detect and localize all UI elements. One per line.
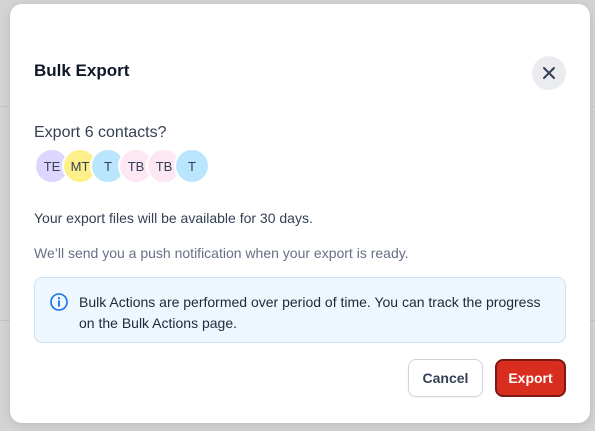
avatar-initials: MT — [70, 158, 90, 174]
bulk-export-modal: Bulk Export Export 6 contacts? TE MT T T… — [10, 4, 590, 423]
export-button[interactable]: Export — [495, 359, 566, 397]
avatar-initials: TE — [43, 158, 61, 174]
cancel-button[interactable]: Cancel — [408, 359, 483, 397]
info-banner-text: Bulk Actions are performed over period o… — [79, 294, 541, 331]
info-banner: Bulk Actions are performed over period o… — [34, 277, 566, 343]
avatar-initials: T — [104, 158, 112, 174]
close-icon — [543, 67, 555, 79]
notification-text: We’ll send you a push notification when … — [34, 245, 409, 261]
avatar-initials: TB — [155, 158, 173, 174]
info-circle-icon — [50, 293, 68, 311]
avatar: T — [174, 148, 210, 184]
avatar-group: TE MT T TB TB T — [34, 148, 234, 184]
export-question: Export 6 contacts? — [34, 124, 167, 141]
modal-title: Bulk Export — [34, 61, 130, 80]
avatar-initials: T — [188, 158, 196, 174]
availability-text: Your export files will be available for … — [34, 210, 313, 226]
close-button[interactable] — [532, 56, 566, 90]
avatar-initials: TB — [127, 158, 145, 174]
